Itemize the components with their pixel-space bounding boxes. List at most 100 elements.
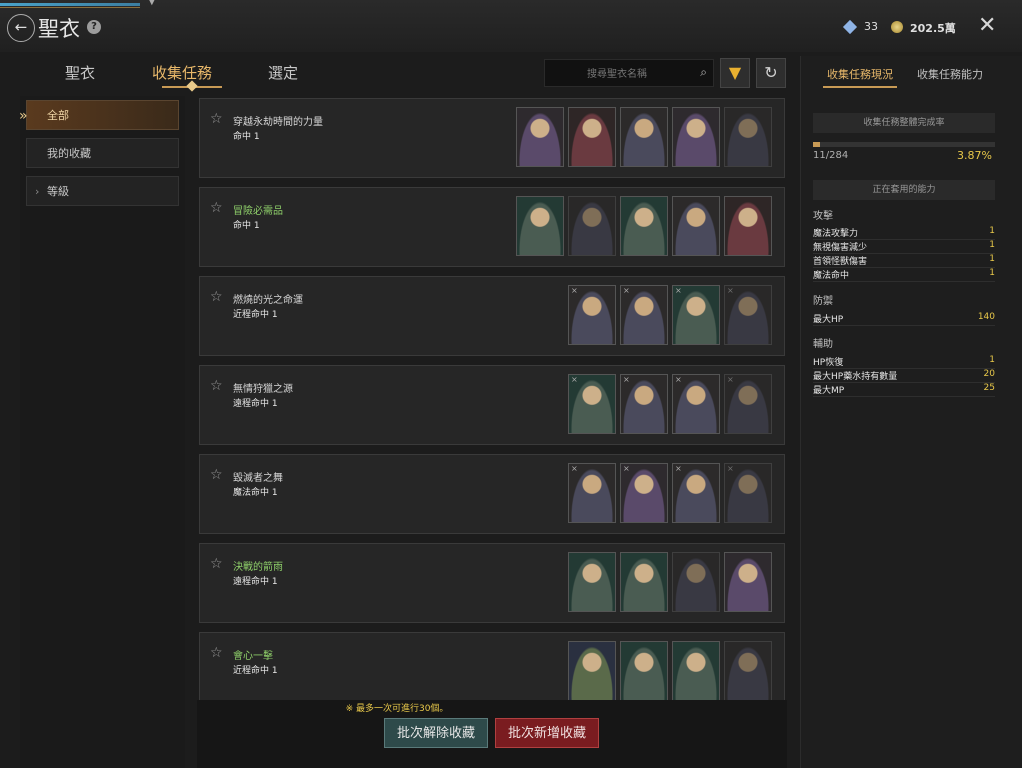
sidebar-item-all[interactable]: » 全部 xyxy=(19,100,179,130)
armor-portrait[interactable] xyxy=(516,196,564,256)
tab-selected[interactable]: 選定 xyxy=(268,62,298,83)
collection-effect: 近程命中 1 xyxy=(233,310,278,320)
batch-remove-button[interactable]: 批次解除收藏 xyxy=(384,718,488,748)
page-title: 聖衣 xyxy=(38,17,80,41)
armor-portrait[interactable] xyxy=(672,196,720,256)
completion-percent: 3.87% xyxy=(957,149,992,162)
refresh-button[interactable]: ↻ xyxy=(756,58,786,88)
sidebar-item-grade[interactable]: › 等級 xyxy=(26,176,179,206)
stat-value: 1 xyxy=(989,254,995,264)
batch-limit-note: ※ 最多一次可進行30個。 xyxy=(345,704,449,714)
tab-collection[interactable]: 收集任務 xyxy=(152,62,212,83)
armor-portrait[interactable] xyxy=(568,196,616,256)
stat-label: HP恢復 xyxy=(813,358,844,368)
favorite-star-icon[interactable]: ☆ xyxy=(210,289,223,305)
armor-portrait[interactable] xyxy=(568,107,616,167)
collection-card[interactable]: ☆ 決戰的箭雨 遠程命中 1 xyxy=(199,543,785,623)
collection-card[interactable]: ☆ 燃燒的光之命運 近程命中 1 × × × × xyxy=(199,276,785,356)
favorite-star-icon[interactable]: ☆ xyxy=(210,645,223,661)
stat-row: 最大MP 25 xyxy=(813,383,995,397)
armor-portrait[interactable] xyxy=(672,107,720,167)
collection-card[interactable]: ☆ 毀滅者之舞 魔法命中 1 × × × × xyxy=(199,454,785,534)
armor-portrait[interactable]: × xyxy=(620,463,668,523)
armor-portrait[interactable] xyxy=(672,641,720,701)
collection-effect: 命中 1 xyxy=(233,221,260,231)
armor-portrait[interactable] xyxy=(724,107,772,167)
favorite-star-icon[interactable]: ☆ xyxy=(210,467,223,483)
collection-status-panel: 收集任務現況 收集任務能力 收集任務整體完成率 11/284 3.87% 正在套… xyxy=(800,56,1022,768)
completion-count: 11/284 xyxy=(813,150,849,161)
collection-effect: 魔法命中 1 xyxy=(233,488,278,498)
stat-label: 首領怪獸傷害 xyxy=(813,257,868,267)
armor-portrait[interactable]: × xyxy=(672,463,720,523)
tab-armor[interactable]: 聖衣 xyxy=(65,62,95,83)
refresh-icon: ↻ xyxy=(764,63,778,82)
collection-card[interactable]: ☆ 冒險必需品 命中 1 xyxy=(199,187,785,267)
collection-effect: 遠程命中 1 xyxy=(233,577,278,587)
stat-row: 魔法攻擊力 1 xyxy=(813,226,995,240)
armor-portrait[interactable] xyxy=(672,552,720,612)
armor-portrait[interactable]: × xyxy=(724,463,772,523)
close-icon[interactable]: ✕ xyxy=(978,15,996,37)
stat-label: 最大MP xyxy=(813,386,845,396)
armor-portrait[interactable] xyxy=(724,196,772,256)
stat-value: 1 xyxy=(989,240,995,250)
filter-button[interactable]: ▼ xyxy=(720,58,750,88)
armor-portrait[interactable] xyxy=(568,641,616,701)
tab-collection-status[interactable]: 收集任務現況 xyxy=(827,66,893,82)
bottom-bar: ※ 最多一次可進行30個。 xyxy=(197,700,787,768)
search-icon[interactable]: ⌕ xyxy=(700,65,707,80)
collection-effect: 近程命中 1 xyxy=(233,666,278,676)
stat-label: 魔法攻擊力 xyxy=(813,229,859,239)
collection-effect: 命中 1 xyxy=(233,132,260,142)
favorite-star-icon[interactable]: ☆ xyxy=(210,111,223,127)
collection-name: 冒險必需品 xyxy=(233,206,283,217)
sidebar-item-label: 等級 xyxy=(47,185,69,198)
stat-value: 25 xyxy=(983,383,995,393)
armor-portrait[interactable] xyxy=(724,641,772,701)
completion-progress-fill xyxy=(813,142,821,147)
armor-portrait[interactable] xyxy=(620,552,668,612)
stat-row: HP恢復 1 xyxy=(813,355,995,369)
armor-portrait[interactable]: × xyxy=(672,374,720,434)
tab-collection-abilities[interactable]: 收集任務能力 xyxy=(917,66,983,82)
stat-value: 1 xyxy=(989,355,995,365)
stat-value: 1 xyxy=(989,268,995,278)
armor-portrait[interactable] xyxy=(724,552,772,612)
sidebar-item-label: 全部 xyxy=(47,109,69,122)
main-tabs: 聖衣 收集任務 選定 xyxy=(20,56,320,94)
favorite-star-icon[interactable]: ☆ xyxy=(210,200,223,216)
completion-progress-bar xyxy=(813,142,995,147)
back-arrow-icon[interactable]: ← xyxy=(7,14,35,42)
collection-name: 決戰的箭雨 xyxy=(233,562,283,573)
armor-portrait[interactable]: × xyxy=(568,463,616,523)
armor-portrait[interactable]: × xyxy=(724,374,772,434)
gold-coin-icon xyxy=(891,21,903,33)
armor-portrait[interactable] xyxy=(516,107,564,167)
armor-portrait[interactable]: × xyxy=(724,285,772,345)
favorite-star-icon[interactable]: ☆ xyxy=(210,378,223,394)
group-defense: 防禦 xyxy=(813,296,833,307)
search-input[interactable] xyxy=(545,60,689,88)
batch-add-button[interactable]: 批次新增收藏 xyxy=(495,718,599,748)
sidebar-item-favorites[interactable]: 我的收藏 xyxy=(26,138,179,168)
armor-portrait[interactable]: × xyxy=(620,374,668,434)
armor-portrait[interactable] xyxy=(568,552,616,612)
armor-portrait[interactable] xyxy=(620,641,668,701)
top-accent-line-2 xyxy=(0,7,140,8)
stat-label: 最大HP xyxy=(813,315,844,325)
armor-portrait[interactable]: × xyxy=(672,285,720,345)
armor-portrait[interactable]: × xyxy=(620,285,668,345)
help-icon[interactable]: ? xyxy=(87,20,101,34)
armor-portrait[interactable] xyxy=(620,196,668,256)
collection-card[interactable]: ☆ 穿越永劫時間的力量 命中 1 xyxy=(199,98,785,178)
armor-portrait[interactable]: × xyxy=(568,285,616,345)
favorite-star-icon[interactable]: ☆ xyxy=(210,556,223,572)
chevron-down-icon[interactable]: ▼ xyxy=(148,0,156,7)
search-box: ⌕ xyxy=(544,59,714,88)
collection-card[interactable]: ☆ 無情狩獵之源 遠程命中 1 × × × × xyxy=(199,365,785,445)
armor-portrait[interactable]: × xyxy=(568,374,616,434)
group-support: 輔助 xyxy=(813,339,833,350)
armor-portrait[interactable] xyxy=(620,107,668,167)
selected-arrow-icon: » xyxy=(19,108,28,124)
